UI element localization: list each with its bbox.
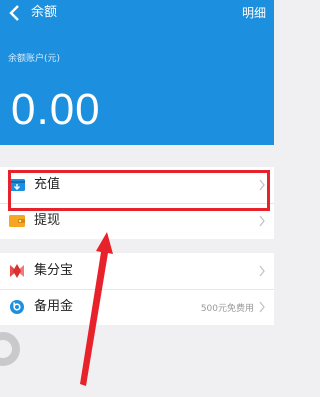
- annotation-arrow-icon: [80, 232, 113, 386]
